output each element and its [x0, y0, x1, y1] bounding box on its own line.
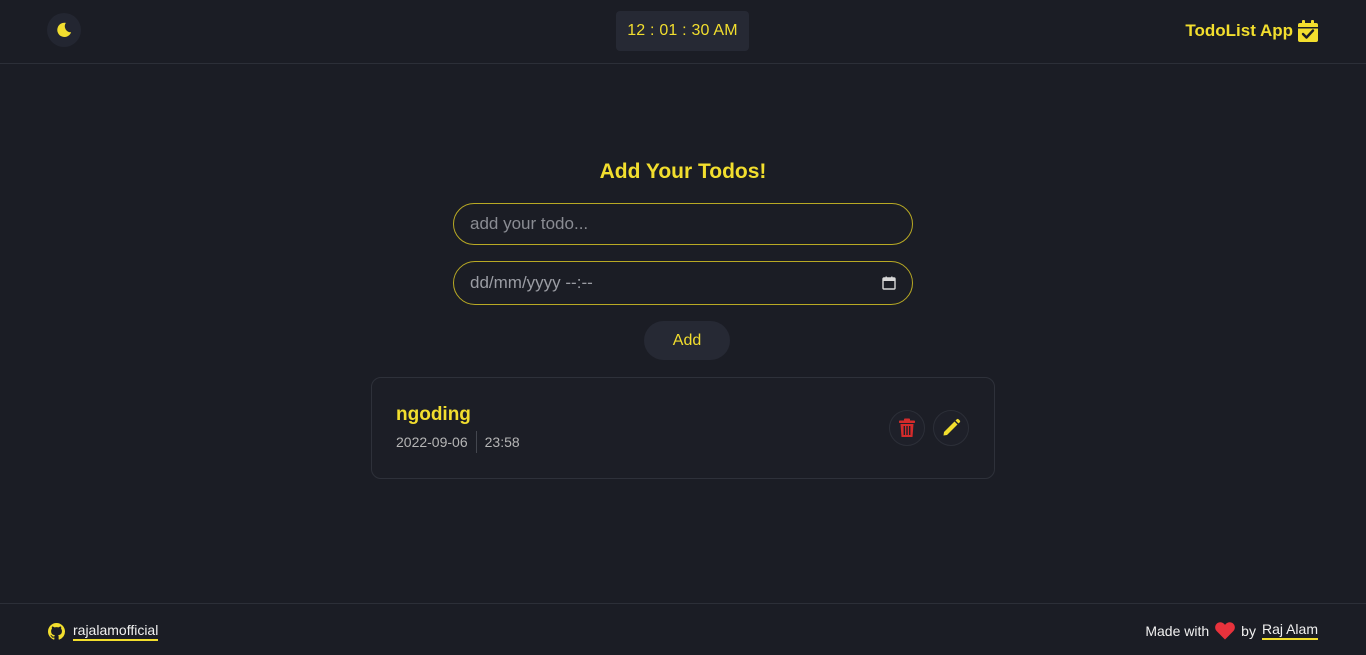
- todo-app: 12 : 01 : 30 AM TodoList App Add Your To…: [0, 0, 1366, 655]
- todo-item: ngoding 2022-09-06 23:58: [371, 377, 995, 479]
- delete-todo-button[interactable]: [889, 410, 925, 446]
- datetime-input[interactable]: dd/mm/yyyy --:--: [453, 261, 913, 305]
- todo-input[interactable]: [453, 203, 913, 245]
- pencil-icon: [943, 418, 961, 436]
- made-with-text: Made with: [1145, 622, 1210, 639]
- calendar-icon[interactable]: [882, 276, 896, 290]
- author-link[interactable]: Raj Alam: [1261, 621, 1318, 640]
- footer: rajalamofficial Made with by Raj Alam: [0, 603, 1366, 655]
- credits: Made with by Raj Alam: [1145, 621, 1318, 640]
- github-icon: [48, 623, 65, 640]
- theme-toggle-button[interactable]: [47, 13, 81, 47]
- todo-time: 23:58: [484, 434, 520, 450]
- brand: TodoList App: [1185, 18, 1319, 44]
- moon-icon: [57, 22, 72, 37]
- header: 12 : 01 : 30 AM TodoList App: [0, 0, 1366, 64]
- by-text: by: [1241, 622, 1256, 639]
- add-todo-button[interactable]: Add: [644, 321, 730, 360]
- heart-icon: [1215, 621, 1236, 639]
- todo-date: 2022-09-06: [396, 434, 468, 450]
- github-username-link[interactable]: rajalamofficial: [73, 622, 159, 641]
- edit-todo-button[interactable]: [933, 410, 969, 446]
- github-link-group: rajalamofficial: [48, 622, 159, 641]
- brand-title: TodoList App: [1185, 21, 1293, 40]
- meta-divider: [475, 431, 477, 453]
- form-title: Add Your Todos!: [599, 160, 767, 183]
- datetime-placeholder: dd/mm/yyyy --:--: [470, 273, 593, 292]
- clock-display: 12 : 01 : 30 AM: [616, 11, 749, 51]
- calendar-check-icon: [1298, 20, 1318, 42]
- trash-icon: [899, 418, 915, 437]
- todo-meta: 2022-09-06 23:58: [396, 431, 520, 453]
- todo-title: ngoding: [396, 404, 471, 425]
